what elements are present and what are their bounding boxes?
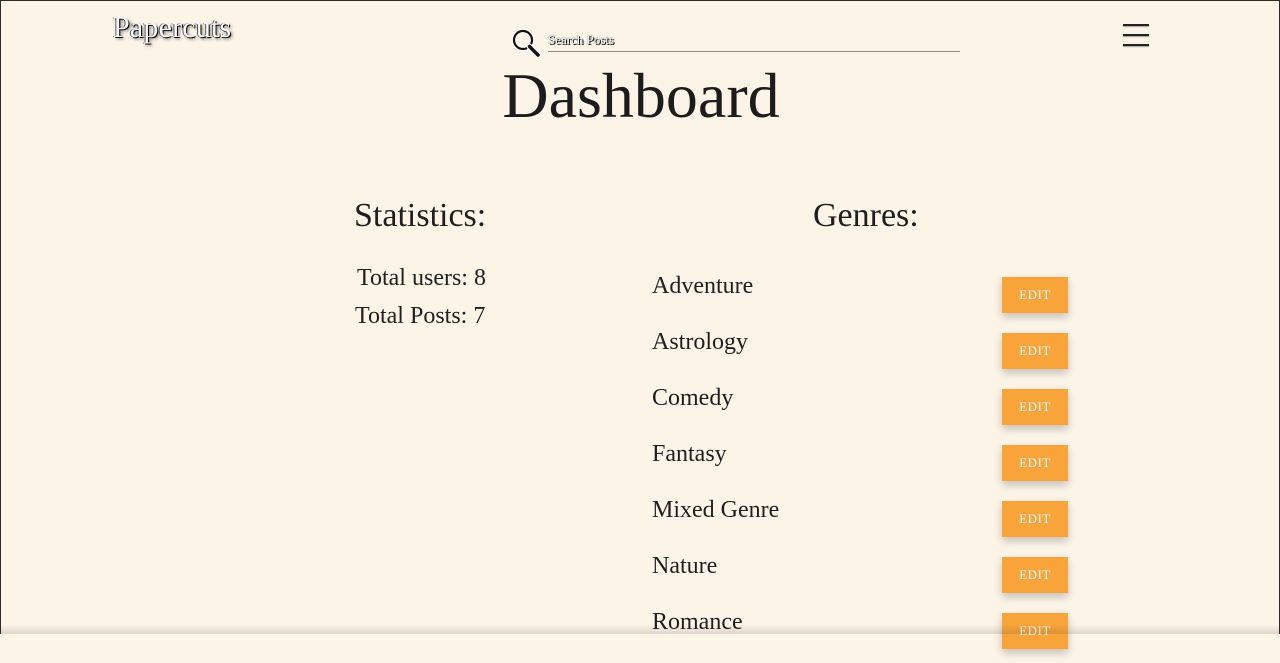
page-title: Dashboard (502, 60, 780, 131)
genre-row: Adventure EDIT (652, 271, 1072, 327)
genre-name: Astrology (652, 329, 748, 355)
edit-genre-button[interactable]: EDIT (1002, 389, 1068, 425)
search-icon[interactable] (510, 27, 542, 59)
statistics-heading: Statistics: (354, 197, 487, 234)
hamburger-menu-icon[interactable] (1121, 21, 1151, 49)
genre-name: Romance (652, 609, 743, 635)
genre-row: Comedy EDIT (652, 383, 1072, 439)
genre-name: Nature (652, 553, 718, 579)
search-bar (510, 27, 960, 58)
edit-genre-button[interactable]: EDIT (1002, 557, 1068, 593)
edit-genre-button[interactable]: EDIT (1002, 277, 1068, 313)
search-input[interactable] (548, 29, 960, 52)
genre-row: Astrology EDIT (652, 327, 1072, 383)
site-logo[interactable]: Papercuts (113, 11, 231, 45)
genre-row: Mixed Genre EDIT (652, 495, 1072, 551)
genre-row: Fantasy EDIT (652, 439, 1072, 495)
total-posts-stat: Total Posts: 7 (355, 303, 486, 329)
bottom-shadow (1, 624, 1279, 634)
edit-genre-button[interactable]: EDIT (1002, 613, 1068, 649)
edit-genre-button[interactable]: EDIT (1002, 501, 1068, 537)
genre-list: Adventure EDIT Astrology EDIT Comedy EDI… (652, 271, 1072, 663)
genres-heading: Genres: (813, 197, 919, 234)
genre-row: Romance EDIT (652, 607, 1072, 663)
genre-name: Mixed Genre (652, 497, 780, 523)
total-users-stat: Total users: 8 (357, 265, 486, 291)
genre-row: Nature EDIT (652, 551, 1072, 607)
genre-name: Fantasy (652, 441, 727, 467)
genre-name: Adventure (652, 273, 754, 299)
genre-name: Comedy (652, 385, 734, 411)
edit-genre-button[interactable]: EDIT (1002, 333, 1068, 369)
edit-genre-button[interactable]: EDIT (1002, 445, 1068, 481)
